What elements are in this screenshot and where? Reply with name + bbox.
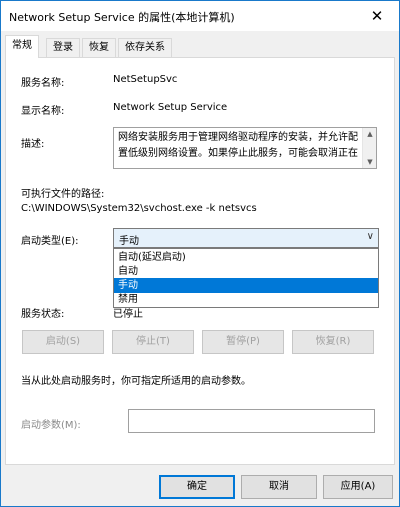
startup-option-auto-delayed[interactable]: 自动(延迟启动) bbox=[114, 250, 378, 265]
startup-params-hint: 当从此处启动服务时，你可指定所适用的启动参数。 bbox=[21, 376, 251, 387]
description-label: 描述: bbox=[21, 139, 45, 150]
start-button[interactable]: 启动(S) bbox=[22, 330, 104, 354]
ok-button[interactable]: 确定 bbox=[159, 475, 235, 499]
startup-type-value: 手动 bbox=[119, 236, 139, 247]
startup-params-label: 启动参数(M): bbox=[21, 420, 81, 431]
tab-logon[interactable]: 登录 bbox=[46, 38, 80, 57]
description-box[interactable]: 网络安装服务用于管理网络驱动程序的安装，并允许配置低级别网络设置。如果停止此服务… bbox=[113, 127, 377, 169]
description-scrollbar[interactable]: ▲ ▼ bbox=[362, 128, 376, 168]
apply-button[interactable]: 应用(A) bbox=[323, 475, 393, 499]
tab-dependencies[interactable]: 依存关系 bbox=[118, 38, 172, 57]
service-name-value: NetSetupSvc bbox=[113, 74, 178, 85]
startup-type-label: 启动类型(E): bbox=[21, 236, 79, 247]
window-title: Network Setup Service 的属性(本地计算机) bbox=[9, 11, 235, 24]
resume-button[interactable]: 恢复(R) bbox=[292, 330, 374, 354]
startup-type-select[interactable]: 手动 ∨ bbox=[113, 228, 379, 248]
startup-option-manual[interactable]: 手动 bbox=[114, 278, 378, 293]
service-status-label: 服务状态: bbox=[21, 309, 65, 320]
startup-params-input[interactable] bbox=[128, 409, 375, 433]
exe-path-label: 可执行文件的路径: bbox=[21, 189, 105, 200]
general-panel: 服务名称: NetSetupSvc 显示名称: Network Setup Se… bbox=[5, 57, 395, 465]
display-name-label: 显示名称: bbox=[21, 106, 65, 117]
tab-recovery[interactable]: 恢复 bbox=[82, 38, 116, 57]
service-name-label: 服务名称: bbox=[21, 78, 65, 89]
title-bar: Network Setup Service 的属性(本地计算机) ✕ bbox=[1, 1, 399, 31]
close-icon[interactable]: ✕ bbox=[355, 1, 399, 31]
stop-button[interactable]: 停止(T) bbox=[112, 330, 194, 354]
scroll-up-icon[interactable]: ▲ bbox=[363, 128, 377, 140]
display-name-value: Network Setup Service bbox=[113, 102, 228, 113]
startup-type-dropdown: 自动(延迟启动) 自动 手动 禁用 bbox=[113, 248, 379, 308]
exe-path-value: C:\WINDOWS\System32\svchost.exe -k netsv… bbox=[21, 203, 257, 214]
pause-button[interactable]: 暂停(P) bbox=[202, 330, 284, 354]
scroll-down-icon[interactable]: ▼ bbox=[363, 156, 377, 168]
chevron-down-icon[interactable]: ∨ bbox=[367, 231, 374, 242]
description-text: 网络安装服务用于管理网络驱动程序的安装，并允许配置低级别网络设置。如果停止此服务… bbox=[118, 132, 358, 159]
tab-general[interactable]: 常规 bbox=[5, 35, 39, 58]
startup-option-auto[interactable]: 自动 bbox=[114, 264, 378, 279]
service-properties-window: Network Setup Service 的属性(本地计算机) ✕ 常规 登录… bbox=[0, 0, 400, 507]
cancel-button[interactable]: 取消 bbox=[241, 475, 317, 499]
startup-option-disabled[interactable]: 禁用 bbox=[114, 292, 378, 307]
